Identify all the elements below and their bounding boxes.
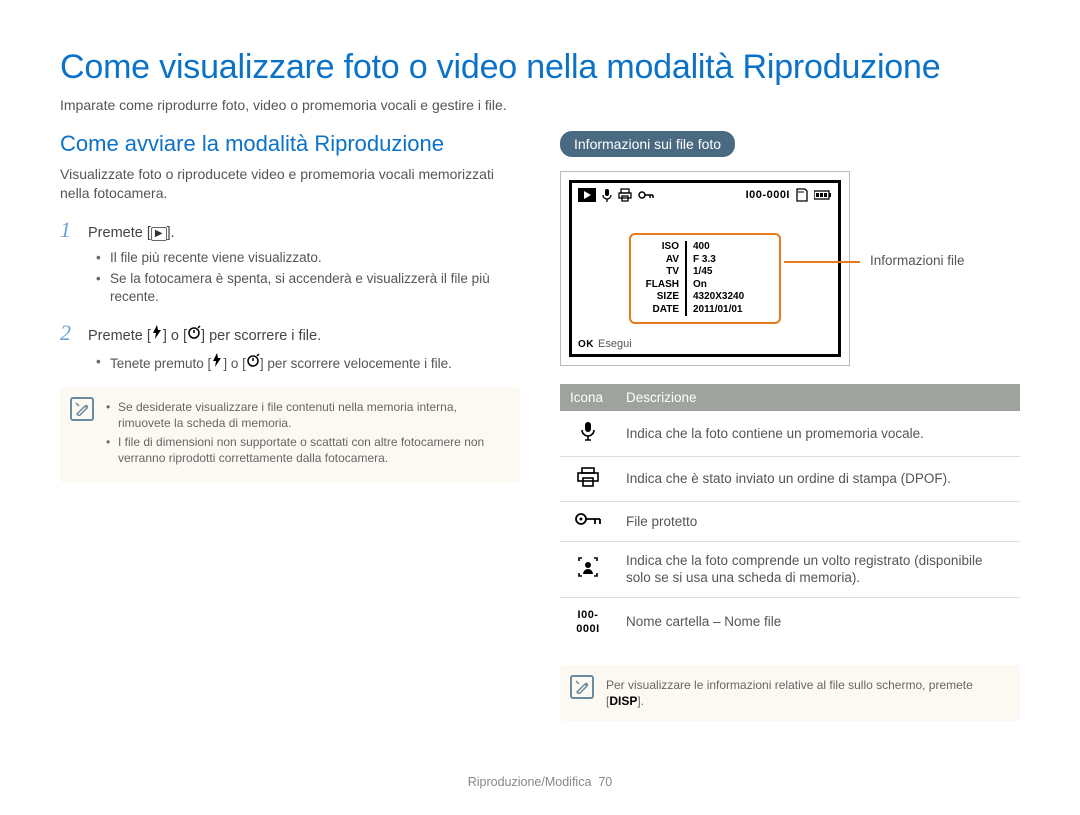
info-key: FLASH	[631, 279, 687, 292]
table-row: Indica che è stato inviato un ordine di …	[560, 456, 1020, 502]
text-fragment: ].	[167, 225, 175, 241]
left-column: Come avviare la modalità Riproduzione Vi…	[60, 131, 520, 721]
bullet-item: Il file più recente viene visualizzato.	[96, 249, 520, 267]
intro-text: Imparate come riprodurre foto, video o p…	[60, 97, 1020, 113]
footer-page: 70	[598, 775, 612, 789]
playback-icon: ▶	[151, 227, 167, 241]
table-desc: Indica che la foto comprende un volto re…	[616, 541, 1020, 597]
table-row: File protetto	[560, 502, 1020, 542]
step-text: Premete [ ] o [ ] per scorrere i file.	[88, 325, 321, 347]
note-text-pre: Per visualizzare le informazioni relativ…	[606, 678, 973, 708]
table-desc: Indica che è stato inviato un ordine di …	[616, 456, 1020, 502]
timer-icon	[187, 325, 201, 339]
disp-button-label: DISP	[609, 694, 637, 708]
print-icon	[560, 456, 616, 502]
screen-footer: OK Esegui	[578, 338, 632, 350]
text-fragment: ] o [	[163, 328, 187, 344]
text-fragment: Premete [	[88, 225, 151, 241]
screen-topbar: I00-000I	[572, 183, 838, 207]
battery-icon	[814, 190, 832, 200]
info-val: F 3.3	[687, 254, 716, 267]
mic-icon	[560, 411, 616, 456]
step-1: 1 Premete [▶].	[60, 217, 520, 244]
info-key: AV	[631, 254, 687, 267]
info-val: On	[687, 279, 707, 292]
table-row: I00-000I Nome cartella – Nome file	[560, 597, 1020, 646]
mic-icon	[602, 188, 612, 202]
print-icon	[618, 188, 632, 202]
note-text-post: ].	[637, 694, 644, 708]
bullet-item: Tenete premuto [ ] o [ ] per scorrere velo…	[96, 353, 520, 373]
right-column: Informazioni sui file foto I00-000I ISO4…	[560, 131, 1020, 721]
folder-file-label: I00-000I	[560, 597, 616, 646]
page-title: Come visualizzare foto o video nella mod…	[60, 48, 1020, 87]
text-fragment: ] o [	[223, 356, 246, 371]
table-header-icon: Icona	[560, 384, 616, 411]
section-paragraph: Visualizzate foto o riproducete video e …	[60, 165, 520, 203]
playback-square-icon	[578, 188, 596, 202]
text-fragment: ] per scorrere i file.	[201, 328, 321, 344]
table-desc: Indica che la foto contiene un promemori…	[616, 411, 1020, 456]
table-row: Indica che la foto comprende un volto re…	[560, 541, 1020, 597]
step-text: Premete [▶].	[88, 224, 175, 244]
step-number: 1	[60, 217, 80, 243]
note-icon	[570, 675, 594, 699]
table-header-desc: Descrizione	[616, 384, 1020, 411]
step-1-bullets: Il file più recente viene visualizzato. …	[96, 249, 520, 306]
icon-description-table: Icona Descrizione Indica che la foto con…	[560, 384, 1020, 647]
bullet-item: Se la fotocamera è spenta, si accenderà …	[96, 270, 520, 306]
info-val: 400	[687, 241, 710, 254]
step-2-bullets: Tenete premuto [ ] o [ ] per scorrere velo…	[96, 353, 520, 373]
footer-label: Esegui	[598, 338, 632, 350]
info-val: 4320X3240	[687, 291, 744, 304]
file-counter: I00-000I	[746, 189, 790, 201]
table-row: Indica che la foto contiene un promemori…	[560, 411, 1020, 456]
screen-wrap: I00-000I ISO400 AVF 3.3 TV1/45 FLASHOn S…	[560, 171, 1020, 366]
footer-section: Riproduzione/Modifica	[468, 775, 592, 789]
camera-screen: I00-000I ISO400 AVF 3.3 TV1/45 FLASHOn S…	[560, 171, 850, 366]
text-fragment: Premete [	[88, 328, 151, 344]
section-heading: Come avviare la modalità Riproduzione	[60, 131, 520, 157]
note-icon	[70, 397, 94, 421]
info-key: SIZE	[631, 291, 687, 304]
page-footer: Riproduzione/Modifica 70	[0, 775, 1080, 789]
pointer-label: Informazioni file	[870, 253, 965, 268]
ok-label: OK	[578, 339, 594, 350]
table-desc: File protetto	[616, 502, 1020, 542]
timer-icon	[246, 353, 260, 367]
flash-icon	[211, 353, 223, 367]
face-icon	[560, 541, 616, 597]
info-key: ISO	[631, 241, 687, 254]
note-item: Se desiderate visualizzare i file conten…	[106, 399, 506, 431]
step-number: 2	[60, 320, 80, 346]
table-desc: Nome cartella – Nome file	[616, 597, 1020, 646]
note-item: I file di dimensioni non supportate o sc…	[106, 434, 506, 466]
note-box: Per visualizzare le informazioni relativ…	[560, 665, 1020, 721]
info-panel: ISO400 AVF 3.3 TV1/45 FLASHOn SIZE4320X3…	[629, 233, 781, 324]
text-fragment: Tenete premuto [	[110, 356, 211, 371]
info-pill: Informazioni sui file foto	[560, 131, 735, 157]
info-val: 1/45	[687, 266, 712, 279]
info-key: DATE	[631, 304, 687, 317]
key-icon	[638, 190, 654, 200]
leader-line	[784, 261, 860, 263]
text-fragment: ] per scorrere velocemente i file.	[260, 356, 452, 371]
info-val: 2011/01/01	[687, 304, 743, 317]
note-box: Se desiderate visualizzare i file conten…	[60, 387, 520, 482]
flash-icon	[151, 325, 163, 339]
info-key: TV	[631, 266, 687, 279]
key-icon	[560, 502, 616, 542]
step-2: 2 Premete [ ] o [ ] per scorrere i file.	[60, 320, 520, 347]
card-icon	[796, 188, 808, 202]
